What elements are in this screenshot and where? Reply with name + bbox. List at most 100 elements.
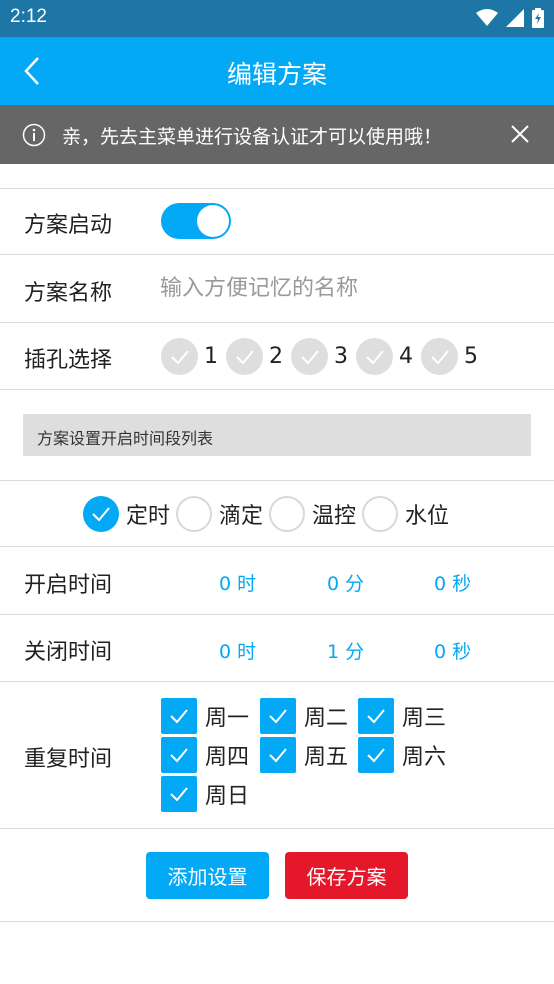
socket-checkbox — [226, 338, 263, 375]
socket-option-4[interactable]: 4 — [356, 338, 413, 375]
notice-text: 亲，先去主菜单进行设备认证才可以使用哦！ — [62, 126, 443, 148]
check-icon — [430, 349, 449, 364]
mode-label: 滴定 — [219, 504, 264, 529]
day-checkbox-sunday[interactable]: 周日 — [161, 776, 249, 812]
day-checkbox-monday[interactable]: 周一 — [161, 698, 249, 734]
scheme-name-label: 方案名称 — [24, 281, 113, 306]
add-setting-button[interactable]: 添加设置 — [146, 852, 269, 899]
info-icon — [22, 123, 46, 147]
scheme-enable-label: 方案启动 — [24, 213, 113, 238]
check-icon — [170, 709, 188, 724]
check-icon — [269, 709, 287, 724]
socket-checkbox — [421, 338, 458, 375]
repeat-label: 重复时间 — [24, 747, 113, 772]
day-label: 周五 — [304, 745, 349, 770]
page-title: 编辑方案 — [226, 60, 327, 89]
socket-checkbox — [161, 338, 198, 375]
day-checkbox-saturday[interactable]: 周六 — [358, 737, 446, 773]
check-icon — [170, 787, 188, 802]
day-label: 周日 — [205, 784, 250, 809]
open-minute[interactable]: 0 分 — [327, 569, 364, 596]
day-checkbox-tuesday[interactable]: 周二 — [260, 698, 348, 734]
divider — [0, 480, 554, 481]
socket-group: 1 2 3 4 5 — [161, 338, 486, 375]
wifi-icon — [476, 9, 498, 26]
day-checkbox-friday[interactable]: 周五 — [260, 737, 348, 773]
check-icon — [367, 748, 385, 763]
day-checkbox-thursday[interactable]: 周四 — [161, 737, 249, 773]
check-icon — [300, 349, 319, 364]
close-hour[interactable]: 0 时 — [219, 637, 256, 664]
radio-unselected — [176, 496, 213, 532]
socket-option-2[interactable]: 2 — [226, 338, 283, 375]
check-icon — [367, 709, 385, 724]
day-label: 周一 — [205, 706, 250, 731]
divider — [0, 828, 554, 829]
mode-option-drip[interactable]: 滴定 — [176, 496, 263, 532]
socket-option-3[interactable]: 3 — [291, 338, 348, 375]
signal-icon — [506, 9, 524, 27]
app-bar: 编辑方案 — [0, 37, 554, 105]
status-bar: 2:12 — [0, 0, 554, 37]
day-label: 周六 — [402, 745, 447, 770]
day-label: 周二 — [304, 706, 349, 731]
check-icon — [92, 507, 110, 522]
day-label: 周四 — [205, 745, 250, 770]
checkbox-checked — [260, 698, 296, 734]
mode-label: 温控 — [312, 504, 357, 529]
socket-number: 2 — [269, 344, 283, 369]
check-icon — [170, 748, 188, 763]
socket-number: 1 — [204, 344, 218, 369]
save-scheme-button[interactable]: 保存方案 — [285, 852, 408, 899]
status-time: 2:12 — [10, 6, 47, 27]
divider — [0, 614, 554, 615]
mode-label: 水位 — [405, 504, 450, 529]
divider — [0, 188, 554, 189]
mode-label: 定时 — [126, 504, 171, 529]
notice-banner: 亲，先去主菜单进行设备认证才可以使用哦！ — [0, 105, 554, 164]
day-checkbox-wednesday[interactable]: 周三 — [358, 698, 446, 734]
socket-checkbox — [291, 338, 328, 375]
mode-radio-group: 定时 滴定 温控 水位 — [83, 496, 455, 532]
divider — [0, 254, 554, 255]
socket-option-1[interactable]: 1 — [161, 338, 218, 375]
divider — [0, 322, 554, 323]
socket-number: 4 — [399, 344, 413, 369]
day-label: 周三 — [402, 706, 447, 731]
mode-option-water-level[interactable]: 水位 — [362, 496, 449, 532]
open-hour[interactable]: 0 时 — [219, 569, 256, 596]
close-minute[interactable]: 1 分 — [327, 637, 364, 664]
divider — [0, 389, 554, 390]
close-second[interactable]: 0 秒 — [434, 637, 471, 664]
check-icon — [170, 349, 189, 364]
checkbox-checked — [161, 737, 197, 773]
check-icon — [269, 748, 287, 763]
checkbox-checked — [358, 698, 394, 734]
socket-number: 3 — [334, 344, 348, 369]
checkbox-checked — [260, 737, 296, 773]
socket-option-5[interactable]: 5 — [421, 338, 478, 375]
open-time-label: 开启时间 — [24, 573, 113, 598]
battery-icon — [532, 8, 544, 28]
checkbox-checked — [358, 737, 394, 773]
checkbox-checked — [161, 698, 197, 734]
section-header: 方案设置开启时间段列表 — [23, 414, 531, 456]
mode-option-temperature[interactable]: 温控 — [269, 496, 356, 532]
close-icon — [511, 125, 529, 143]
check-icon — [365, 349, 384, 364]
scheme-name-input[interactable] — [160, 270, 530, 306]
socket-checkbox — [356, 338, 393, 375]
divider — [0, 546, 554, 547]
radio-selected — [83, 496, 119, 532]
open-second[interactable]: 0 秒 — [434, 569, 471, 596]
radio-unselected — [269, 496, 306, 532]
status-icons — [476, 8, 544, 28]
section-header-text: 方案设置开启时间段列表 — [37, 429, 214, 448]
divider — [0, 921, 554, 922]
mode-option-timer[interactable]: 定时 — [83, 496, 170, 532]
toggle-knob — [197, 205, 229, 237]
radio-unselected — [362, 496, 399, 532]
scheme-enable-toggle[interactable] — [161, 203, 231, 239]
close-button[interactable] — [508, 122, 532, 146]
check-icon — [235, 349, 254, 364]
